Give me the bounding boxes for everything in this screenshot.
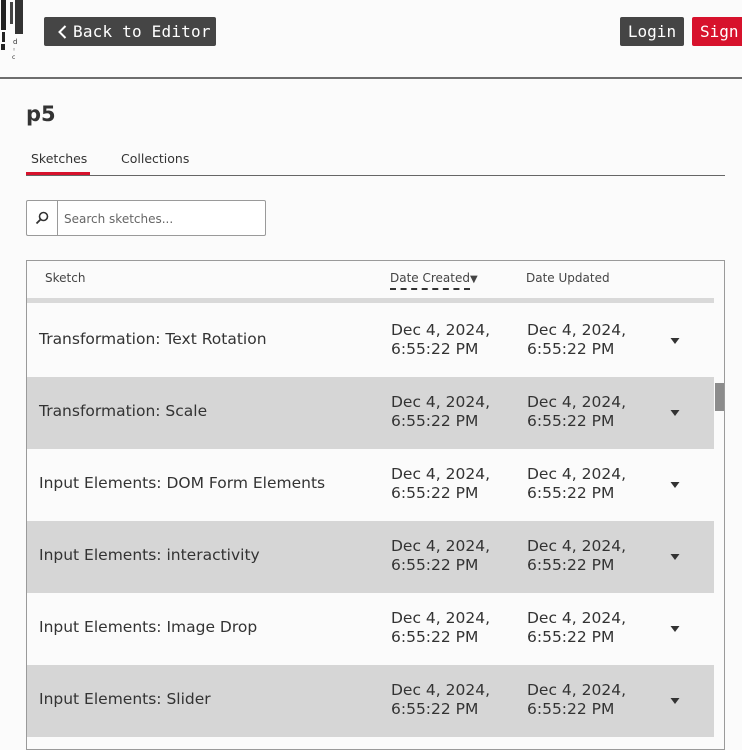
date-created-cell: Dec 4, 2024, 6:55:22 PM	[391, 537, 490, 575]
scrollbar-thumb[interactable]	[715, 383, 724, 411]
date-created-cell: Dec 4, 2024, 6:55:22 PM	[391, 465, 490, 503]
date-updated-line: 6:55:22 PM	[527, 556, 615, 574]
sort-underline	[390, 288, 470, 290]
date-updated-cell: Dec 4, 2024, 6:55:22 PM	[527, 321, 626, 359]
scrollbar-track[interactable]	[714, 298, 724, 749]
date-created-cell: Dec 4, 2024, 6:55:22 PM	[391, 609, 490, 647]
date-created-line: Dec 4, 2024,	[391, 681, 491, 699]
table-row[interactable]: Transformation: Scale Dec 4, 2024, 6:55:22…	[27, 377, 714, 449]
table-row[interactable]: Input Elements: Slider Dec 4, 2024, 6:55:2…	[27, 665, 714, 737]
date-updated-line: 6:55:22 PM	[527, 412, 615, 430]
sketch-name-link[interactable]: Input Elements: Slider	[39, 690, 211, 708]
date-updated-line: 6:55:22 PM	[527, 628, 615, 646]
date-updated-cell: Dec 4, 2024, 6:55:22 PM	[527, 681, 626, 719]
date-updated-line: Dec 4, 2024,	[527, 681, 627, 699]
row-options-dropdown-icon[interactable]	[667, 621, 683, 637]
sketch-name-link[interactable]: Input Elements: DOM Form Elements	[39, 474, 325, 492]
column-header-date-updated-label: Date Updated	[526, 271, 610, 285]
date-created-line: 6:55:22 PM	[391, 412, 479, 430]
row-options-dropdown-icon[interactable]	[667, 549, 683, 565]
tab-bar: Sketches Collections	[26, 150, 725, 176]
date-updated-line: Dec 4, 2024,	[527, 609, 627, 627]
date-created-line: Dec 4, 2024,	[391, 537, 491, 555]
table-row[interactable]: Input Elements: Image Drop Dec 4, 2024, 6:…	[27, 593, 714, 665]
top-nav: d ◦ c Back to Editor Login Sign up	[0, 0, 742, 79]
chevron-left-icon	[58, 24, 68, 40]
date-created-line: 6:55:22 PM	[391, 628, 479, 646]
column-header-sketch[interactable]: Sketch	[45, 271, 85, 285]
tab-sketches[interactable]: Sketches	[26, 150, 90, 175]
date-created-cell: Dec 4, 2024, 6:55:22 PM	[391, 393, 490, 431]
back-to-editor-button[interactable]: Back to Editor	[44, 17, 216, 46]
date-created-cell: Dec 4, 2024, 6:55:22 PM	[391, 681, 490, 719]
date-updated-line: Dec 4, 2024,	[527, 321, 627, 339]
search-box	[26, 200, 271, 237]
date-created-cell: Dec 4, 2024, 6:55:22 PM	[391, 321, 490, 359]
date-updated-cell: Dec 4, 2024, 6:55:22 PM	[527, 393, 626, 431]
date-updated-cell: Dec 4, 2024, 6:55:22 PM	[527, 465, 626, 503]
sketch-name-link[interactable]: Input Elements: Image Drop	[39, 618, 257, 636]
date-updated-line: 6:55:22 PM	[527, 484, 615, 502]
table-row[interactable]: Input Elements: DOM Form Elements Dec 4, …	[27, 449, 714, 521]
date-updated-line: Dec 4, 2024,	[527, 393, 627, 411]
date-created-line: 6:55:22 PM	[391, 340, 479, 358]
login-button[interactable]: Login	[620, 17, 684, 46]
tab-collections[interactable]: Collections	[116, 150, 194, 174]
row-options-dropdown-icon[interactable]	[667, 693, 683, 709]
sketch-name-link[interactable]: Input Elements: interactivity	[39, 546, 260, 564]
date-created-line: Dec 4, 2024,	[391, 321, 491, 339]
date-updated-line: Dec 4, 2024,	[527, 537, 627, 555]
date-updated-line: Dec 4, 2024,	[527, 465, 627, 483]
signup-button[interactable]: Sign up	[692, 17, 742, 46]
date-updated-cell: Dec 4, 2024, 6:55:22 PM	[527, 609, 626, 647]
date-updated-line: 6:55:22 PM	[527, 340, 615, 358]
date-created-line: 6:55:22 PM	[391, 700, 479, 718]
date-created-line: Dec 4, 2024,	[391, 465, 491, 483]
sketch-name-link[interactable]: Transformation: Text Rotation	[39, 330, 267, 348]
p5-logo[interactable]: d ◦ c	[0, 0, 26, 62]
back-to-editor-label: Back to Editor	[73, 22, 211, 41]
page-title: p5	[26, 102, 56, 126]
table-row[interactable]: Transformation: Text Rotation Dec 4, 2024…	[27, 305, 714, 377]
date-created-line: 6:55:22 PM	[391, 484, 479, 502]
column-header-date-updated[interactable]: Date Updated	[526, 271, 610, 285]
row-options-dropdown-icon[interactable]	[667, 405, 683, 421]
column-header-date-created-label: Date Created	[390, 271, 470, 285]
date-created-line: 6:55:22 PM	[391, 556, 479, 574]
search-icon	[27, 201, 58, 235]
svg-text:d: d	[13, 38, 17, 46]
column-header-date-created[interactable]: Date Created▼	[390, 271, 478, 290]
svg-text:◦: ◦	[12, 46, 16, 54]
row-options-dropdown-icon[interactable]	[667, 477, 683, 493]
date-updated-cell: Dec 4, 2024, 6:55:22 PM	[527, 537, 626, 575]
sketches-table: Sketch Date Created▼ Date Updated Transf…	[26, 260, 725, 750]
row-options-dropdown-icon[interactable]	[667, 333, 683, 349]
sort-descending-icon: ▼	[470, 274, 478, 285]
login-label: Login	[627, 22, 677, 41]
sketch-name-link[interactable]: Transformation: Scale	[39, 402, 207, 420]
date-created-line: Dec 4, 2024,	[391, 393, 491, 411]
table-row[interactable]: Input Elements: interactivity Dec 4, 2024…	[27, 521, 714, 593]
signup-label: Sign up	[700, 22, 742, 41]
column-header-sketch-label: Sketch	[45, 271, 86, 285]
date-created-line: Dec 4, 2024,	[391, 609, 491, 627]
table-header-divider	[27, 298, 714, 303]
date-updated-line: 6:55:22 PM	[527, 700, 615, 718]
search-input[interactable]	[58, 201, 271, 237]
svg-text:c: c	[12, 54, 15, 61]
